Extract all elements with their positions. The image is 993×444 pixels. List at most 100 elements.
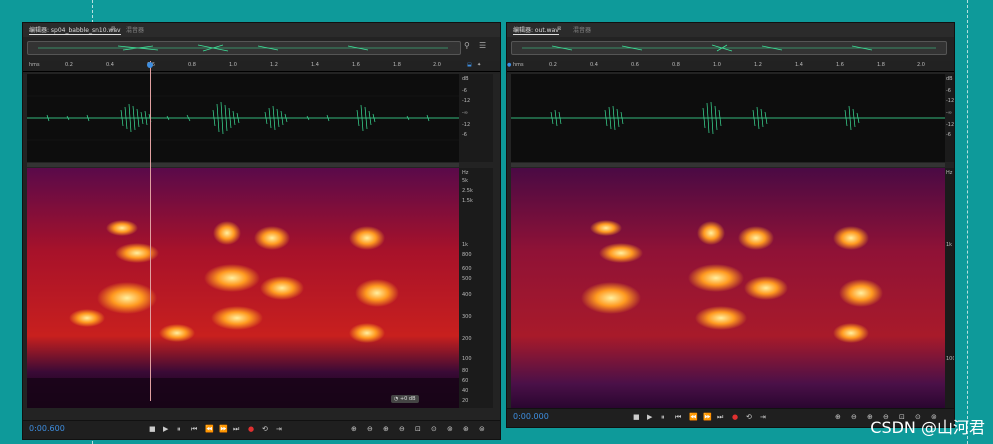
waveform-view[interactable] xyxy=(27,74,459,162)
ruler-tick: 0.8 xyxy=(188,62,196,68)
ruler-tick: 1.0 xyxy=(229,62,237,68)
db-label: -6 xyxy=(462,132,467,138)
volume-hud[interactable]: ◔ +0 dB xyxy=(391,395,419,403)
db-label: -6 xyxy=(946,132,951,138)
tab-editor[interactable]: 编辑器: out.wav xyxy=(513,25,559,35)
zoom-selection-icon[interactable]: ⊙ xyxy=(431,425,437,433)
db-label: -∞ xyxy=(946,110,952,116)
hz-label: 5k xyxy=(462,178,469,184)
rewind-icon[interactable]: ⏪ xyxy=(689,413,698,421)
spectrogram-svg xyxy=(511,168,945,408)
rewind-icon[interactable]: ⏪ xyxy=(205,425,214,433)
spectrogram-view[interactable] xyxy=(511,168,945,408)
hz-label: Hz xyxy=(946,170,953,176)
tab-mixer[interactable]: 混音器 xyxy=(573,25,591,34)
go-end-icon[interactable]: ⏭ xyxy=(233,425,239,434)
time-ruler[interactable]: hms 0.2 0.4 0.6 0.8 1.0 1.2 1.4 1.6 1.8 … xyxy=(507,61,954,72)
time-ruler[interactable]: hms 0.2 0.4 0.6 0.8 1.0 1.2 1.4 1.6 1.8 … xyxy=(23,61,500,72)
ruler-tick: 0.2 xyxy=(65,62,73,68)
spectrogram-view[interactable] xyxy=(27,168,459,408)
ruler-tick: 1.2 xyxy=(270,62,278,68)
db-label: -6 xyxy=(946,88,951,94)
fast-forward-icon[interactable]: ⏩ xyxy=(219,425,228,433)
playhead-marker-icon[interactable] xyxy=(147,62,153,68)
stop-icon[interactable]: ■ xyxy=(633,413,640,421)
frequency-scale: Hz 5k 2.5k 1.5k 1k 800 600 500 400 300 2… xyxy=(459,168,493,408)
playhead-marker-icon[interactable]: ● xyxy=(507,62,511,68)
db-label: -12 xyxy=(946,98,955,104)
tab-close-icon[interactable]: ⊠ xyxy=(557,26,561,32)
watermark: CSDN @山河君 xyxy=(870,418,985,437)
ruler-tick: 1.2 xyxy=(754,62,762,68)
zoom-out-time-icon[interactable]: ⊖ xyxy=(399,425,405,433)
hz-label: 500 xyxy=(462,276,472,282)
ruler-tick: 2.0 xyxy=(917,62,925,68)
hz-label: 200 xyxy=(462,336,472,342)
zoom-icon[interactable]: ⚲ xyxy=(464,41,470,50)
loop-icon[interactable]: ⟲ xyxy=(262,425,268,433)
tab-mixer[interactable]: 混音器 xyxy=(126,25,144,34)
zoom-extra-icon[interactable]: ⊚ xyxy=(447,425,453,433)
fast-forward-icon[interactable]: ⏩ xyxy=(703,413,712,421)
zoom-in-amplitude-icon[interactable]: ⊕ xyxy=(351,425,357,433)
hz-label: 400 xyxy=(462,292,472,298)
go-start-icon[interactable]: ⏮ xyxy=(191,425,197,434)
hz-label: 80 xyxy=(462,368,469,374)
stop-icon[interactable]: ■ xyxy=(149,425,156,433)
loop-icon[interactable]: ⟲ xyxy=(746,413,752,421)
play-icon[interactable]: ▶ xyxy=(163,425,168,433)
record-icon[interactable]: ● xyxy=(248,425,254,433)
waveform-svg xyxy=(511,101,945,135)
db-label: -12 xyxy=(946,122,955,128)
pause-icon[interactable]: ⏸ xyxy=(177,425,181,434)
skip-icon[interactable]: ⇥ xyxy=(760,413,766,421)
go-start-icon[interactable]: ⏮ xyxy=(675,413,681,422)
ruler-unit: hms xyxy=(513,62,524,68)
tab-editor[interactable]: 编辑器: sp04_babble_sn10.wav xyxy=(29,25,121,35)
overview-waveform[interactable] xyxy=(511,41,947,55)
ruler-unit: hms xyxy=(29,62,40,68)
waveform-view[interactable] xyxy=(511,74,945,162)
ruler-tick: 2.0 xyxy=(433,62,441,68)
pin-icon[interactable]: ✦ xyxy=(477,62,481,68)
zoom-extra-icon[interactable]: ⊛ xyxy=(463,425,469,433)
tab-close-icon[interactable]: ⊠ xyxy=(111,26,115,32)
zoom-extra-icon[interactable]: ⊜ xyxy=(479,425,485,433)
record-icon[interactable]: ● xyxy=(732,413,738,421)
menu-icon[interactable]: ☰ xyxy=(479,41,486,50)
hz-label: Hz xyxy=(462,170,469,176)
ruler-tick: 1.6 xyxy=(352,62,360,68)
zoom-in-time-icon[interactable]: ⊕ xyxy=(383,425,389,433)
hz-label: 20 xyxy=(462,398,469,404)
timecode-display[interactable]: 0:00.600 xyxy=(29,424,65,433)
zoom-full-icon[interactable]: ⊡ xyxy=(415,425,421,433)
zoom-out-amplitude-icon[interactable]: ⊖ xyxy=(851,413,857,421)
ruler-tick: 1.6 xyxy=(836,62,844,68)
zoom-out-amplitude-icon[interactable]: ⊖ xyxy=(367,425,373,433)
play-icon[interactable]: ▶ xyxy=(647,413,652,421)
view-divider[interactable] xyxy=(27,163,459,167)
playhead[interactable] xyxy=(150,61,151,401)
zoom-in-amplitude-icon[interactable]: ⊕ xyxy=(835,413,841,421)
ruler-tick: 1.0 xyxy=(713,62,721,68)
ruler-tick: 0.8 xyxy=(672,62,680,68)
view-divider[interactable] xyxy=(511,163,945,167)
timecode-display[interactable]: 0:00.000 xyxy=(513,412,549,421)
waveform-svg xyxy=(27,95,459,141)
lock-icon[interactable]: ⬓ xyxy=(467,62,472,68)
skip-icon[interactable]: ⇥ xyxy=(276,425,282,433)
overview-waveform[interactable] xyxy=(27,41,461,55)
pause-icon[interactable]: ⏸ xyxy=(661,413,665,422)
hz-label: 1k xyxy=(462,242,469,248)
hz-label: 100 xyxy=(462,356,472,362)
hz-label: 2.5k xyxy=(462,188,473,194)
ruler-tick: 1.4 xyxy=(311,62,319,68)
ruler-tick: 1.8 xyxy=(393,62,401,68)
volume-knob-icon[interactable]: ◔ xyxy=(394,396,398,402)
guide-line-right xyxy=(967,0,968,444)
amplitude-scale: dB -6 -12 -∞ -12 -6 xyxy=(459,74,493,162)
db-label: dB xyxy=(946,76,953,82)
go-end-icon[interactable]: ⏭ xyxy=(717,413,723,422)
hz-label: 100 xyxy=(946,356,955,362)
db-label: dB xyxy=(462,76,469,82)
